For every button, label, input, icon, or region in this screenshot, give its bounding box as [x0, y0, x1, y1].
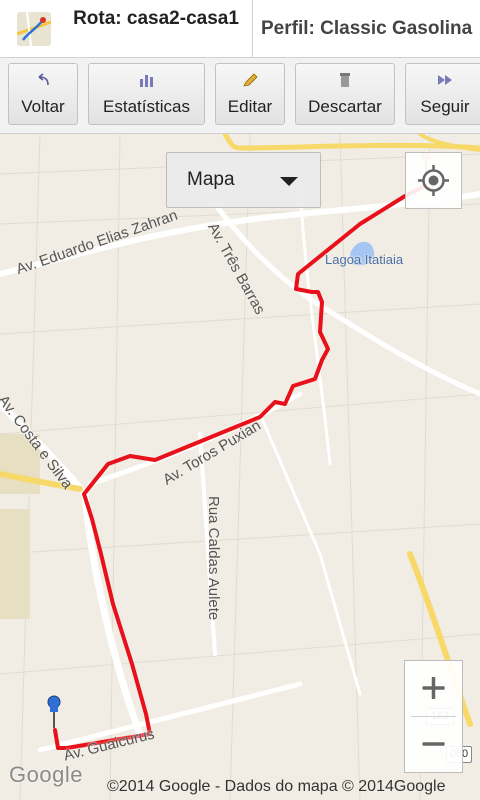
stats-label: Estatísticas [103, 97, 190, 116]
pencil-icon [216, 73, 284, 87]
header-divider [252, 0, 253, 58]
lake-label: Lagoa Itatiaia [325, 252, 404, 267]
map-type-label: Mapa [187, 169, 235, 190]
plus-icon [422, 677, 445, 699]
follow-button[interactable]: Seguir [405, 63, 480, 125]
bar-chart-icon [89, 73, 204, 87]
street-label-caldas-aulete: Rua Caldas Aulete [205, 496, 222, 621]
toolbar: Voltar Estatísticas Editar Descartar Seg… [0, 58, 480, 134]
zoom-in-button[interactable] [405, 661, 462, 715]
chevron-down-icon [280, 177, 298, 186]
zoom-out-button[interactable] [405, 717, 462, 771]
discard-button[interactable]: Descartar [295, 63, 395, 125]
zoom-control [404, 660, 463, 773]
back-button[interactable]: Voltar [8, 63, 78, 125]
route-title: Rota: casa2-casa1 [73, 8, 239, 29]
header-bar: Rota: casa2-casa1 Perfil: Classic Gasoli… [0, 0, 480, 58]
google-logo: Google [9, 762, 83, 787]
profile-value: Classic Gasolina [320, 18, 473, 39]
map-type-dropdown[interactable]: Mapa [166, 152, 321, 208]
map-icon[interactable] [17, 12, 51, 46]
fast-forward-icon [406, 73, 480, 87]
map-view[interactable]: Av. Eduardo Elias Zahran Av. Três Barras… [0, 134, 480, 800]
trash-can-icon [296, 73, 394, 87]
minus-icon [422, 742, 445, 746]
map-attribution: ©2014 Google - Dados do mapa © 2014Googl… [107, 778, 446, 795]
my-location-button[interactable] [405, 152, 462, 209]
crosshair-icon [418, 165, 449, 196]
edit-button[interactable]: Editar [215, 63, 285, 125]
start-pin-icon[interactable] [42, 694, 66, 734]
discard-label: Descartar [308, 97, 382, 116]
profile-info: Perfil: Classic Gasolina [261, 18, 472, 40]
edit-label: Editar [227, 97, 273, 116]
profile-label: Perfil: [261, 18, 315, 39]
back-label: Voltar [21, 97, 65, 116]
stats-button[interactable]: Estatísticas [88, 63, 205, 125]
follow-label: Seguir [420, 97, 470, 116]
undo-arrow-icon [9, 73, 77, 87]
